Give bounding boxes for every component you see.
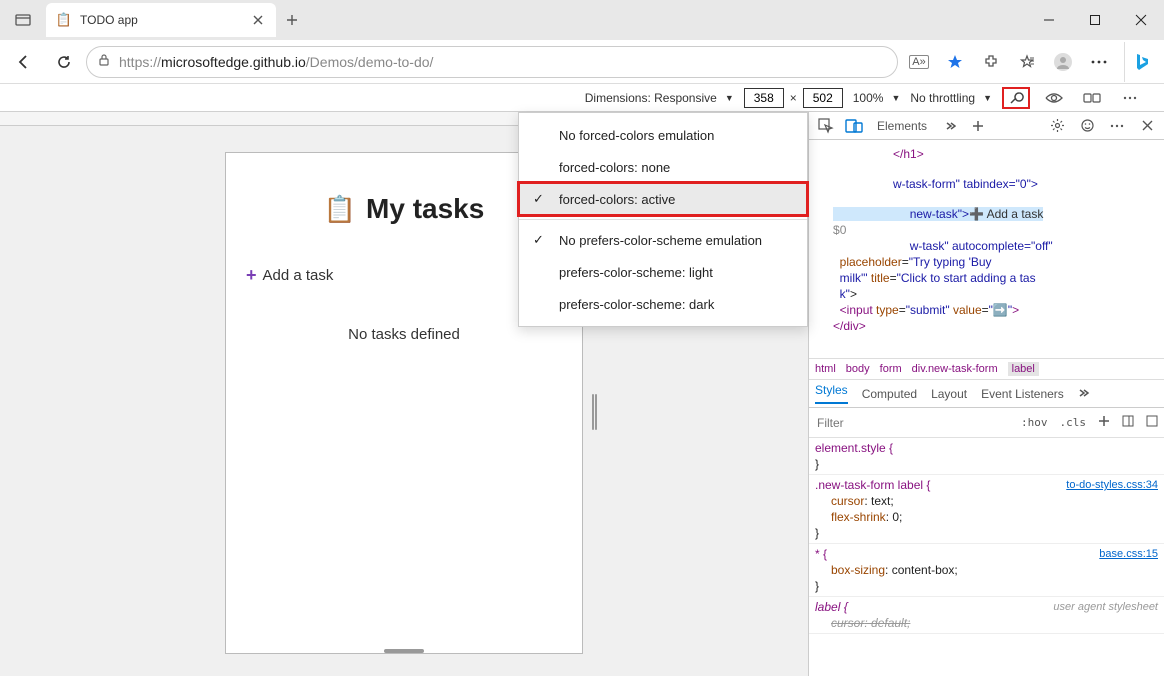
emulation-dropdown: No forced-colors emulation forced-colors… [518, 112, 808, 327]
window-titlebar: 📋 TODO app [0, 0, 1164, 40]
toggle-device-icon[interactable] [841, 114, 867, 138]
styles-more-icon[interactable] [1140, 415, 1164, 430]
tab-favicon-icon: 📋 [56, 12, 72, 28]
devtools-tabbar: Elements [809, 112, 1164, 140]
no-tasks-message: No tasks defined [246, 326, 562, 343]
close-tab-icon[interactable] [250, 12, 266, 28]
dropdown-item-active[interactable]: ✓forced-colors: active [519, 183, 807, 215]
device-posture-icon[interactable] [1078, 87, 1106, 109]
dropdown-item[interactable]: prefers-color-scheme: dark [519, 288, 807, 320]
extensions-icon[interactable] [974, 45, 1008, 79]
computed-sidebar-icon[interactable] [1116, 415, 1140, 430]
profile-icon[interactable] [1046, 45, 1080, 79]
tab-elements[interactable]: Elements [869, 112, 935, 140]
cls-toggle[interactable]: .cls [1054, 416, 1093, 429]
hov-toggle[interactable]: :hov [1015, 416, 1054, 429]
site-info-icon[interactable] [97, 53, 111, 70]
styles-filter-input[interactable] [809, 416, 1015, 430]
tab-event-listeners[interactable]: Event Listeners [981, 387, 1064, 401]
dimensions-selector[interactable]: Dimensions: Responsive▼ [585, 91, 734, 105]
browser-tab[interactable]: 📋 TODO app [46, 3, 276, 37]
tab-computed[interactable]: Computed [862, 387, 917, 401]
device-toolbar-more-icon[interactable] [1116, 87, 1144, 109]
close-window-button[interactable] [1118, 0, 1164, 40]
tab-layout[interactable]: Layout [931, 387, 967, 401]
add-tab-icon[interactable] [965, 114, 991, 138]
check-icon: ✓ [533, 232, 544, 248]
resize-handle-right[interactable] [592, 394, 598, 430]
rendered-page-area: 📋 My tasks + Add a task ➔ No tasks defin… [0, 112, 808, 676]
tab-title: TODO app [80, 13, 242, 27]
emulate-vision-button[interactable] [1002, 87, 1030, 109]
tab-manager-button[interactable] [6, 3, 40, 37]
styles-filter-row: :hov .cls [809, 408, 1164, 438]
check-icon: ✓ [533, 191, 544, 207]
height-input[interactable] [803, 88, 843, 108]
new-tab-button[interactable] [276, 4, 308, 36]
more-tabs-icon[interactable] [1078, 387, 1090, 401]
add-task-label: Add a task [263, 267, 334, 284]
devtools-panel: Elements </h1> w-task-form" tabindex="0"… [808, 112, 1164, 676]
app-title: 📋 My tasks [246, 193, 562, 225]
clipboard-icon: 📋 [324, 194, 356, 225]
styles-tabbar: Styles Computed Layout Event Listeners [809, 380, 1164, 408]
address-bar: https://microsoftedge.github.io/Demos/de… [0, 40, 1164, 84]
width-input[interactable] [744, 88, 784, 108]
preview-icon[interactable] [1040, 87, 1068, 109]
plus-icon: + [246, 265, 257, 286]
throttling-selector[interactable]: No throttling▼ [910, 91, 992, 105]
dropdown-item[interactable]: prefers-color-scheme: light [519, 256, 807, 288]
favorite-icon[interactable] [938, 45, 972, 79]
new-style-rule-icon[interactable] [1092, 415, 1116, 430]
separator [519, 219, 807, 220]
maximize-button[interactable] [1072, 0, 1118, 40]
close-devtools-icon[interactable] [1134, 114, 1160, 138]
resize-handle-bottom[interactable] [384, 649, 424, 653]
url-text: https://microsoftedge.github.io/Demos/de… [119, 54, 433, 70]
devtools-more-icon[interactable] [1104, 114, 1130, 138]
device-toolbar: Dimensions: Responsive▼ × 100%▼ No throt… [0, 84, 1164, 112]
dropdown-item[interactable]: ✓No prefers-color-scheme emulation [519, 224, 807, 256]
feedback-icon[interactable] [1074, 114, 1100, 138]
back-button[interactable] [6, 44, 42, 80]
minimize-button[interactable] [1026, 0, 1072, 40]
dropdown-item[interactable]: forced-colors: none [519, 151, 807, 183]
reading-mode-icon[interactable]: A» [902, 45, 936, 79]
dropdown-item[interactable]: No forced-colors emulation [519, 119, 807, 151]
url-field[interactable]: https://microsoftedge.github.io/Demos/de… [86, 46, 898, 78]
dom-breadcrumb[interactable]: html body form div.new-task-form label [809, 358, 1164, 380]
refresh-button[interactable] [46, 44, 82, 80]
favorites-bar-icon[interactable] [1010, 45, 1044, 79]
more-tabs-icon[interactable] [937, 114, 963, 138]
styles-rules[interactable]: element.style { } to-do-styles.css:34 .n… [809, 438, 1164, 676]
inspect-element-icon[interactable] [813, 114, 839, 138]
bing-sidebar-icon[interactable] [1124, 42, 1158, 82]
dom-tree[interactable]: </h1> w-task-form" tabindex="0"> new-tas… [809, 140, 1164, 358]
more-icon[interactable] [1082, 45, 1116, 79]
add-task-row[interactable]: + Add a task ➔ [246, 265, 562, 286]
settings-icon[interactable] [1044, 114, 1070, 138]
tab-styles[interactable]: Styles [815, 383, 848, 404]
zoom-selector[interactable]: 100%▼ [853, 91, 901, 105]
